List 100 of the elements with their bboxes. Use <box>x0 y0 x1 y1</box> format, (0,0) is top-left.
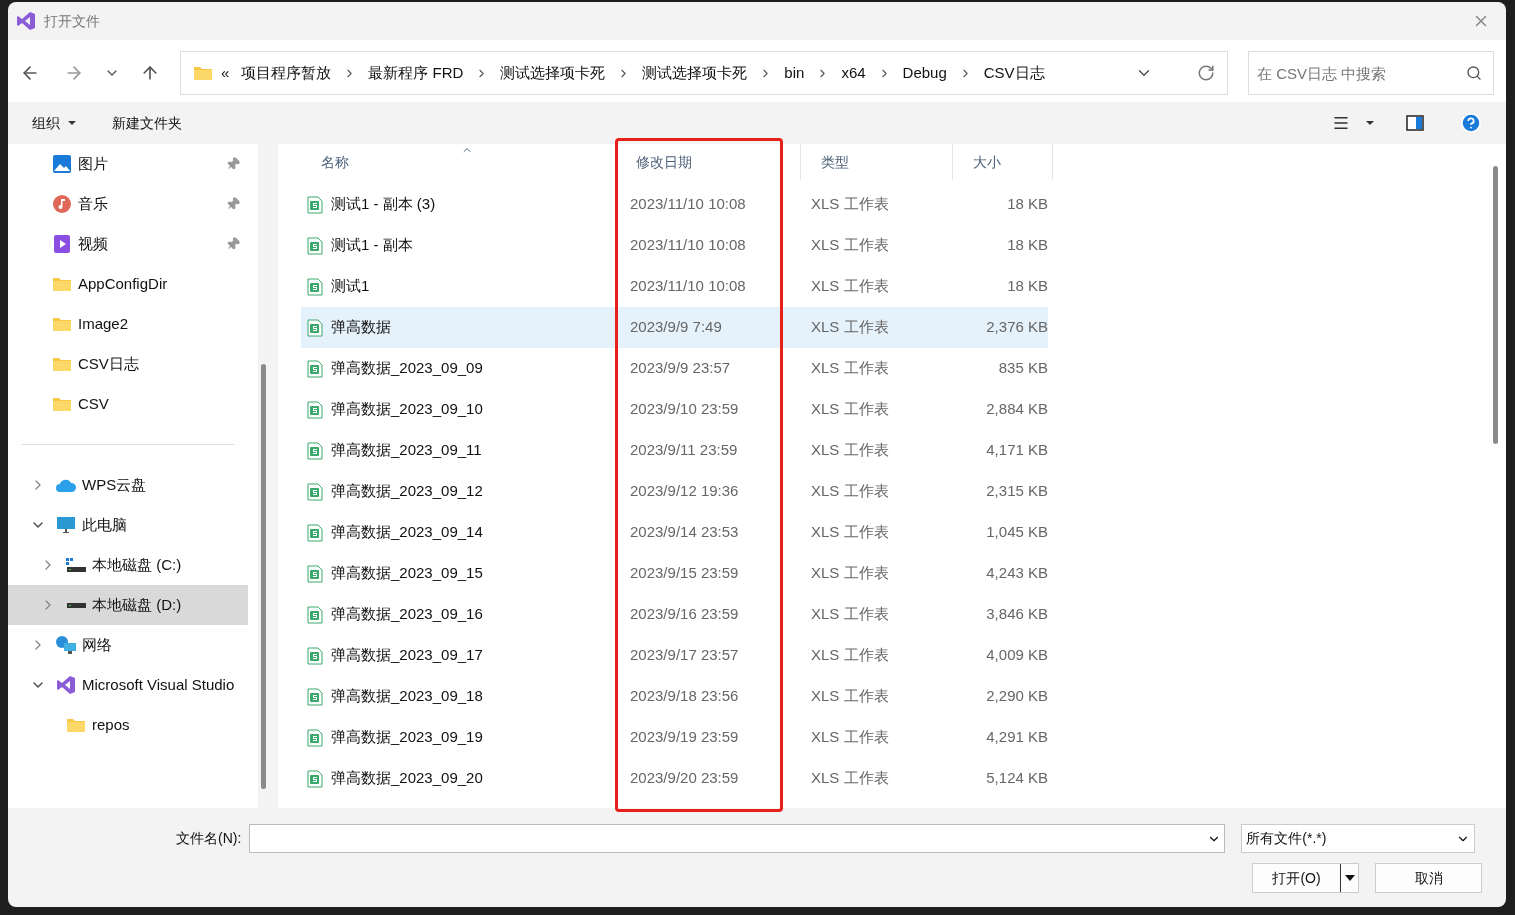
file-type-filter[interactable]: 所有文件(*.*) <box>1241 824 1476 853</box>
filename-label: 文件名(N): <box>176 829 242 848</box>
refresh-icon[interactable] <box>1197 64 1215 82</box>
view-list-icon[interactable] <box>1332 114 1350 132</box>
quick-access-item[interactable]: CSV日志 <box>8 344 248 384</box>
file-row[interactable]: 测试1 2023/11/10 10:08 XLS 工作表 18 KB <box>301 266 1048 307</box>
video-icon <box>52 234 72 254</box>
spreadsheet-file-icon <box>307 400 323 419</box>
tree-item[interactable]: 此电脑 <box>8 505 248 545</box>
tree-item-label: WPS云盘 <box>82 474 147 495</box>
open-button[interactable]: 打开(O) <box>1252 863 1359 893</box>
folder-icon <box>52 396 72 412</box>
tree-item[interactable]: Microsoft Visual Studio <box>8 665 248 705</box>
file-name: 弹高数据_2023_09_10 <box>331 399 483 420</box>
column-header[interactable]: 修改日期 <box>616 144 801 180</box>
quick-access-item[interactable]: CSV <box>8 384 248 424</box>
view-caret-icon[interactable] <box>1366 121 1374 125</box>
file-size: 4,243 KB <box>985 563 1048 584</box>
tree-item[interactable]: 网络 <box>8 625 248 665</box>
breadcrumb[interactable]: 测试选择项卡死 <box>638 61 752 85</box>
address-bar[interactable]: « 项目程序暂放 最新程序 FRD 测试选择项卡死 测试选择项卡死 bin x64 Debug CSV日志 <box>180 51 1228 95</box>
spreadsheet-file-icon <box>307 482 323 501</box>
quick-access-label: AppConfigDir <box>78 273 168 294</box>
quick-access-item[interactable]: AppConfigDir <box>8 264 248 304</box>
new-folder-button[interactable]: 新建文件夹 <box>112 112 182 134</box>
monitor-icon <box>56 515 76 535</box>
file-row[interactable]: 测试1 - 副本 (3) 2023/11/10 10:08 XLS 工作表 18 KB <box>301 184 1048 225</box>
folder-icon <box>52 356 72 372</box>
vs-logo-icon <box>16 11 36 31</box>
file-type: XLS 工作表 <box>810 235 890 256</box>
file-name: 弹高数据_2023_09_14 <box>331 522 483 543</box>
overflow-chevrons[interactable]: « <box>221 61 230 85</box>
organize-button[interactable]: 组织 <box>32 112 76 134</box>
quick-access-item[interactable]: 音乐 <box>8 184 248 224</box>
file-row[interactable]: 弹高数据_2023_09_19 2023/9/19 23:59 XLS 工作表 4,291 KB <box>301 717 1048 758</box>
quick-access-label: 图片 <box>78 153 108 174</box>
file-name: 弹高数据_2023_09_12 <box>331 481 483 502</box>
file-row[interactable]: 弹高数据_2023_09_20 2023/9/20 23:59 XLS 工作表 5,124 KB <box>301 758 1048 799</box>
help-icon[interactable] <box>1460 112 1482 134</box>
file-row[interactable]: 弹高数据_2023_09_11 2023/9/11 23:59 XLS 工作表 4,171 KB <box>301 430 1048 471</box>
spreadsheet-file-icon <box>307 441 323 460</box>
filename-field[interactable] <box>249 824 1226 853</box>
tree-item[interactable]: 本地磁盘 (D:) <box>8 585 248 625</box>
breadcrumb[interactable]: 最新程序 FRD <box>364 61 468 85</box>
file-row[interactable]: 弹高数据_2023_09_15 2023/9/15 23:59 XLS 工作表 4,243 KB <box>301 553 1048 594</box>
file-type: XLS 工作表 <box>810 727 890 748</box>
quick-access-item[interactable]: Image2 <box>8 304 248 344</box>
file-row[interactable]: 弹高数据_2023_09_17 2023/9/17 23:57 XLS 工作表 4,009 KB <box>301 635 1048 676</box>
file-name: 弹高数据_2023_09_16 <box>331 604 483 625</box>
quick-access-item[interactable]: 视频 <box>8 224 248 264</box>
column-header[interactable]: 类型 <box>801 144 953 180</box>
breadcrumb[interactable]: x64 <box>837 61 870 85</box>
breadcrumb[interactable]: 测试选择项卡死 <box>496 61 610 85</box>
breadcrumb[interactable]: 项目程序暂放 <box>237 61 336 85</box>
preview-pane-icon[interactable] <box>1406 115 1424 131</box>
column-header[interactable]: 大小 <box>953 144 1053 180</box>
file-type: XLS 工作表 <box>810 399 890 420</box>
search-field[interactable]: 在 CSV日志 中搜索 <box>1248 51 1494 95</box>
modified-date: 2023/9/15 23:59 <box>629 563 740 584</box>
tree-item-label: repos <box>92 714 130 735</box>
column-header[interactable]: 名称 <box>301 144 616 180</box>
spreadsheet-file-icon <box>307 523 323 542</box>
file-row[interactable]: 弹高数据_2023_09_14 2023/9/14 23:53 XLS 工作表 1,045 KB <box>301 512 1048 553</box>
tree-item[interactable]: 本地磁盘 (C:) <box>8 545 248 585</box>
file-type: XLS 工作表 <box>810 686 890 707</box>
file-size: 4,291 KB <box>985 727 1048 748</box>
dropdown-caret-icon[interactable] <box>1344 875 1355 881</box>
file-row[interactable]: 弹高数据_2023_09_18 2023/9/18 23:56 XLS 工作表 2,290 KB <box>301 676 1048 717</box>
spreadsheet-file-icon <box>307 359 323 378</box>
tree-item[interactable]: repos <box>8 705 248 745</box>
cancel-button[interactable]: 取消 <box>1375 863 1482 893</box>
spreadsheet-file-icon <box>307 318 323 337</box>
file-name: 弹高数据_2023_09_15 <box>331 563 483 584</box>
file-row[interactable]: 弹高数据_2023_09_09 2023/9/9 23:57 XLS 工作表 835 KB <box>301 348 1048 389</box>
modified-date: 2023/9/19 23:59 <box>629 727 740 748</box>
file-row[interactable]: 弹高数据_2023_09_16 2023/9/16 23:59 XLS 工作表 3,846 KB <box>301 594 1048 635</box>
file-row[interactable]: 弹高数据 2023/9/9 7:49 XLS 工作表 2,376 KB <box>301 307 1048 348</box>
breadcrumb[interactable]: bin <box>780 61 809 85</box>
file-name: 弹高数据_2023_09_19 <box>331 727 483 748</box>
modified-date: 2023/9/18 23:56 <box>629 686 740 707</box>
file-size: 18 KB <box>1006 194 1048 215</box>
spreadsheet-file-icon <box>307 687 323 706</box>
file-row[interactable]: 测试1 - 副本 2023/11/10 10:08 XLS 工作表 18 KB <box>301 225 1048 266</box>
modified-date: 2023/9/14 23:53 <box>629 522 740 543</box>
quick-access-item[interactable]: 图片 <box>8 144 248 184</box>
file-row[interactable]: 弹高数据_2023_09_12 2023/9/12 19:36 XLS 工作表 2,315 KB <box>301 471 1048 512</box>
tree-item[interactable]: WPS云盘 <box>8 465 248 505</box>
breadcrumb[interactable]: CSV日志 <box>979 61 1049 85</box>
scrollbar-thumb[interactable] <box>1493 166 1498 444</box>
file-size: 4,171 KB <box>985 440 1048 461</box>
scrollbar-thumb[interactable] <box>261 364 266 789</box>
network-icon <box>55 635 77 655</box>
folder-icon <box>193 65 213 81</box>
music-icon <box>52 194 72 214</box>
breadcrumb[interactable]: Debug <box>898 61 951 85</box>
window-title: 打开文件 <box>44 11 100 31</box>
file-row[interactable]: 弹高数据_2023_09_10 2023/9/10 23:59 XLS 工作表 2,884 KB <box>301 389 1048 430</box>
folder-icon <box>66 717 86 733</box>
tree-item-label: Microsoft Visual Studio <box>82 674 235 695</box>
modified-date: 2023/9/9 7:49 <box>629 317 723 338</box>
